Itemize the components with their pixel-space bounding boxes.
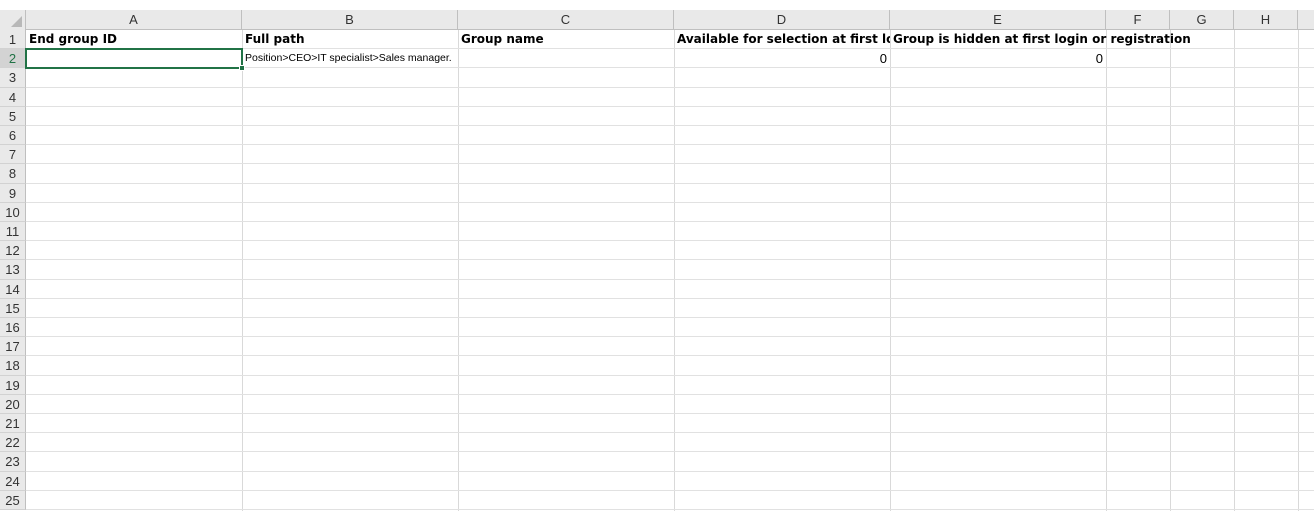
cell-d2[interactable]: 0 xyxy=(674,49,890,68)
cell-b2[interactable]: Position>CEO>IT specialist>Sales manager… xyxy=(242,49,458,68)
grid-line xyxy=(1106,30,1107,511)
grid-line xyxy=(26,240,1314,242)
grid-line xyxy=(26,259,1314,261)
row-header-2[interactable]: 2 xyxy=(0,49,26,69)
grid-line xyxy=(26,489,1314,491)
grid-line xyxy=(26,144,1314,146)
row-header-23[interactable]: 23 xyxy=(0,452,26,472)
grid-line xyxy=(26,105,1314,107)
row-header-22[interactable]: 22 xyxy=(0,433,26,453)
select-all-button[interactable] xyxy=(0,10,26,30)
cell-b1[interactable]: Full path xyxy=(242,30,458,49)
row-header-24[interactable]: 24 xyxy=(0,471,26,491)
cell-a1[interactable]: End group ID xyxy=(26,30,242,49)
grid-line xyxy=(1298,30,1299,511)
row-header-16[interactable]: 16 xyxy=(0,318,26,338)
cell-d1[interactable]: Available for selection at first login o xyxy=(674,30,890,49)
column-header-b[interactable]: B xyxy=(242,10,458,30)
row-header-11[interactable]: 11 xyxy=(0,222,26,242)
grid-line xyxy=(26,201,1314,203)
row-header-7[interactable]: 7 xyxy=(0,145,26,165)
grid-line xyxy=(26,278,1314,280)
grid-line xyxy=(26,374,1314,376)
row-header-18[interactable]: 18 xyxy=(0,356,26,376)
cell-c2[interactable] xyxy=(458,49,674,68)
row-header-6[interactable]: 6 xyxy=(0,126,26,146)
top-strip xyxy=(0,0,1314,10)
column-header-e[interactable]: E xyxy=(890,10,1106,30)
grid-line xyxy=(674,30,675,511)
grid-line xyxy=(26,355,1314,357)
spreadsheet: A B C D E F G H 1 2 3 4 5 6 7 8 9 10 11 … xyxy=(0,0,1314,511)
grid-line xyxy=(26,336,1314,338)
grid-line xyxy=(26,317,1314,318)
grid-line xyxy=(26,297,1314,299)
cell-grid[interactable]: End group ID Full path Group name Availa… xyxy=(25,30,1314,511)
column-header-c[interactable]: C xyxy=(458,10,674,30)
fill-handle[interactable] xyxy=(239,65,245,71)
grid-line xyxy=(26,451,1314,453)
grid-line xyxy=(26,163,1314,165)
grid-line xyxy=(26,470,1314,472)
row-header-17[interactable]: 17 xyxy=(0,337,26,357)
row-header-10[interactable]: 10 xyxy=(0,202,26,222)
grid-line xyxy=(458,30,459,511)
grid-line xyxy=(26,221,1314,222)
grid-line xyxy=(1234,30,1235,511)
grid-line xyxy=(242,30,243,511)
grid-line xyxy=(1170,30,1171,511)
grid-line xyxy=(26,125,1314,126)
grid-line xyxy=(26,182,1314,184)
row-header-13[interactable]: 13 xyxy=(0,260,26,280)
row-header-5[interactable]: 5 xyxy=(0,106,26,126)
select-all-icon xyxy=(11,16,22,27)
active-cell-selection[interactable] xyxy=(25,48,245,71)
cell-c1[interactable]: Group name xyxy=(458,30,674,49)
row-header-1[interactable]: 1 xyxy=(0,30,26,50)
grid-line xyxy=(26,432,1314,434)
row-header-8[interactable]: 8 xyxy=(0,164,26,184)
row-header-3[interactable]: 3 xyxy=(0,68,26,88)
row-header-14[interactable]: 14 xyxy=(0,279,26,299)
row-header-19[interactable]: 19 xyxy=(0,375,26,395)
grid-line xyxy=(26,413,1314,414)
row-header-21[interactable]: 21 xyxy=(0,414,26,434)
column-header-a[interactable]: A xyxy=(26,10,242,30)
column-header-d[interactable]: D xyxy=(674,10,890,30)
row-header-12[interactable]: 12 xyxy=(0,241,26,261)
row-header-4[interactable]: 4 xyxy=(0,87,26,107)
column-header-g[interactable]: G xyxy=(1170,10,1234,30)
row-header-15[interactable]: 15 xyxy=(0,298,26,318)
column-header-bar: A B C D E F G H xyxy=(0,10,1314,30)
grid-line xyxy=(890,30,891,511)
cell-e2[interactable]: 0 xyxy=(890,49,1106,68)
column-header-h[interactable]: H xyxy=(1234,10,1298,30)
row-header-9[interactable]: 9 xyxy=(0,183,26,203)
row-header-20[interactable]: 20 xyxy=(0,394,26,414)
row-header-25[interactable]: 25 xyxy=(0,490,26,510)
grid-line xyxy=(26,86,1314,88)
grid-line xyxy=(26,393,1314,395)
cell-e1[interactable]: Group is hidden at first login or regist… xyxy=(890,30,1191,49)
column-header-f[interactable]: F xyxy=(1106,10,1170,30)
grid-line xyxy=(26,509,1314,510)
